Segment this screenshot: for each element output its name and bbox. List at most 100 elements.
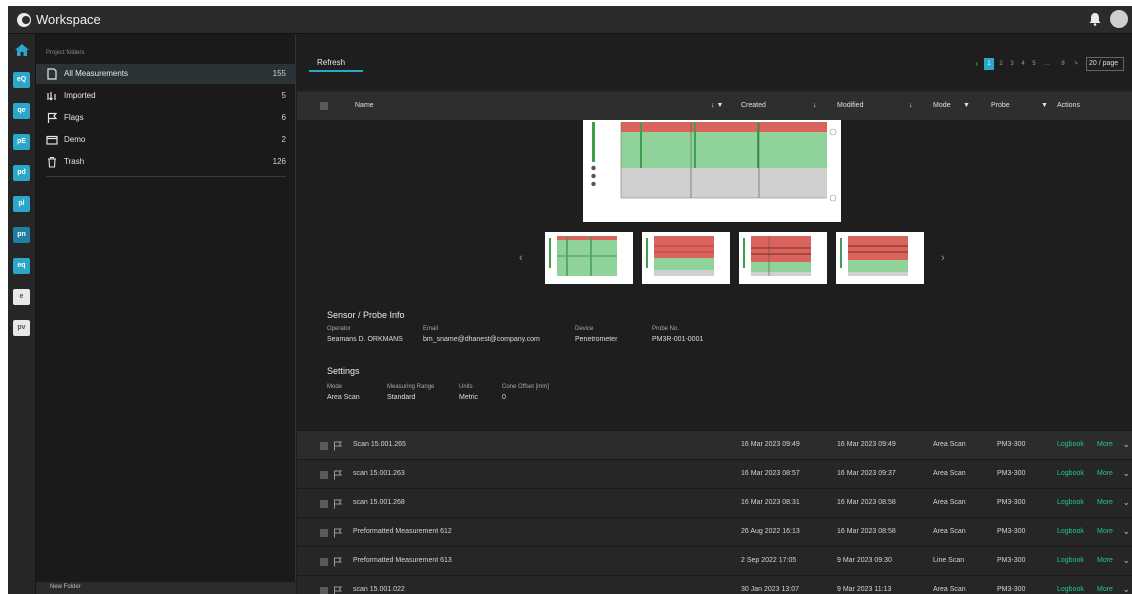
device-value: Penetrometer <box>575 336 618 343</box>
thumbnail-next-icon[interactable]: › <box>941 252 945 264</box>
row-checkbox[interactable] <box>320 558 328 566</box>
row-name[interactable]: scan 15.001.022 <box>353 586 405 593</box>
logbook-link[interactable]: Logbook <box>1057 557 1084 564</box>
select-all-checkbox[interactable] <box>320 102 328 110</box>
measurement-preview-chart[interactable] <box>583 120 841 222</box>
row-name[interactable]: Preformatted Measurement 612 <box>353 528 452 535</box>
page-3-button[interactable]: 3 <box>1007 58 1017 70</box>
row-created: 30 Jan 2023 13:07 <box>741 586 799 593</box>
row-checkbox[interactable] <box>320 500 328 508</box>
chevron-down-icon[interactable]: ⌄ <box>1122 526 1130 537</box>
page-2-button[interactable]: 2 <box>996 58 1006 70</box>
sort-modified-icon[interactable]: ↓ <box>909 102 913 109</box>
table-row[interactable]: Preformatted Measurement 612 26 Aug 2022… <box>297 517 1132 546</box>
row-probe: PM3-300 <box>997 470 1026 477</box>
table-row[interactable]: scan 15.001.022 30 Jan 2023 13:07 9 Mar … <box>297 575 1132 594</box>
chevron-down-icon[interactable]: ⌄ <box>1122 439 1130 450</box>
sort-created-icon[interactable]: ↓ <box>813 102 817 109</box>
page-5-button[interactable]: 5 <box>1029 58 1039 70</box>
sidebar-item-trash[interactable]: Trash 126 <box>36 152 296 172</box>
row-name[interactable]: scan 15.001.268 <box>353 499 405 506</box>
measuring-range-value: Standard <box>387 394 416 401</box>
new-folder-label: New Folder <box>50 584 81 590</box>
more-link[interactable]: More <box>1097 441 1113 448</box>
chevron-down-icon[interactable]: ⌄ <box>1122 584 1130 594</box>
page-4-button[interactable]: 4 <box>1018 58 1028 70</box>
column-modified[interactable]: Modified <box>837 102 863 109</box>
row-checkbox[interactable] <box>320 471 328 479</box>
prev-page-icon[interactable]: ‹ <box>972 58 982 70</box>
app-eq2-icon[interactable]: eq <box>13 258 30 274</box>
chevron-down-icon[interactable]: ⌄ <box>1122 468 1130 479</box>
flag-icon[interactable] <box>333 528 342 538</box>
more-link[interactable]: More <box>1097 528 1113 535</box>
app-eq-icon[interactable]: eQ <box>13 72 30 88</box>
thumbnail-prev-icon[interactable]: ‹ <box>519 252 523 264</box>
row-name[interactable]: scan 15.001.263 <box>353 470 405 477</box>
more-link[interactable]: More <box>1097 499 1113 506</box>
flag-icon[interactable] <box>333 441 342 451</box>
column-probe[interactable]: Probe <box>991 102 1010 109</box>
row-name[interactable]: Scan 15.001.265 <box>353 441 406 448</box>
logbook-link[interactable]: Logbook <box>1057 586 1084 593</box>
filter-mode-icon[interactable]: ▼ <box>963 102 970 109</box>
app-e-icon[interactable]: e <box>13 289 30 305</box>
flag-icon[interactable] <box>333 470 342 480</box>
column-mode[interactable]: Mode <box>933 102 951 109</box>
more-link[interactable]: More <box>1097 586 1113 593</box>
row-modified: 16 Mar 2023 08:58 <box>837 499 896 506</box>
thumbnail-1[interactable] <box>545 232 633 284</box>
home-icon[interactable] <box>14 42 30 58</box>
row-checkbox[interactable] <box>320 587 328 594</box>
page-1-button[interactable]: 1 <box>984 58 994 70</box>
app-pv-icon[interactable]: pv <box>13 320 30 336</box>
table-row[interactable]: scan 15.001.268 16 Mar 2023 08:31 16 Mar… <box>297 488 1132 517</box>
thumbnail-2[interactable] <box>642 232 730 284</box>
row-probe: PM3-300 <box>997 557 1026 564</box>
row-checkbox[interactable] <box>320 442 328 450</box>
flag-icon[interactable] <box>333 499 342 509</box>
folder-icon <box>46 135 58 145</box>
logbook-link[interactable]: Logbook <box>1057 441 1084 448</box>
sidebar-item-demo[interactable]: Demo 2 <box>36 130 296 150</box>
row-name[interactable]: Preformatted Measurement 613 <box>353 557 452 564</box>
table-row[interactable]: Preformatted Measurement 613 2 Sep 2022 … <box>297 546 1132 575</box>
page-size-select[interactable]: 20 / page <box>1086 57 1124 71</box>
more-link[interactable]: More <box>1097 470 1113 477</box>
page-ellipsis[interactable]: … <box>1042 58 1052 70</box>
sidebar-item-imported[interactable]: Imported 5 <box>36 86 296 106</box>
logbook-link[interactable]: Logbook <box>1057 470 1084 477</box>
table-row[interactable]: Scan 15.001.265 16 Mar 2023 09:49 16 Mar… <box>297 430 1132 459</box>
flag-icon[interactable] <box>333 586 342 594</box>
chevron-down-icon[interactable]: ⌄ <box>1122 497 1130 508</box>
sort-name-icon[interactable]: ↓ ▼ <box>711 102 723 109</box>
app-pe-icon[interactable]: pE <box>13 134 30 150</box>
more-link[interactable]: More <box>1097 557 1113 564</box>
app-pn-icon[interactable]: pn <box>13 227 30 243</box>
new-folder-button[interactable]: New Folder <box>36 582 296 594</box>
row-mode: Area Scan <box>933 528 966 535</box>
column-name[interactable]: Name <box>355 102 374 109</box>
column-created[interactable]: Created <box>741 102 766 109</box>
table-row[interactable]: scan 15.001.263 16 Mar 2023 08:57 16 Mar… <box>297 459 1132 488</box>
thumbnail-3[interactable] <box>739 232 827 284</box>
filter-probe-icon[interactable]: ▼ <box>1041 102 1048 109</box>
logbook-link[interactable]: Logbook <box>1057 528 1084 535</box>
app-qe-icon[interactable]: qe <box>13 103 30 119</box>
user-avatar[interactable] <box>1110 10 1128 28</box>
page-8-button[interactable]: 8 <box>1058 58 1068 70</box>
sidebar-item-all-measurements[interactable]: All Measurements 155 <box>36 64 296 84</box>
row-checkbox[interactable] <box>320 529 328 537</box>
sidebar-item-flags[interactable]: Flags 6 <box>36 108 296 128</box>
notification-bell-icon[interactable] <box>1088 12 1102 26</box>
sidebar-heading: Project folders <box>46 50 85 56</box>
row-mode: Area Scan <box>933 470 966 477</box>
app-pl-icon[interactable]: pl <box>13 196 30 212</box>
chevron-down-icon[interactable]: ⌄ <box>1122 555 1130 566</box>
flag-icon[interactable] <box>333 557 342 567</box>
next-page-icon[interactable]: > <box>1071 58 1081 70</box>
app-pd-icon[interactable]: pd <box>13 165 30 181</box>
thumbnail-4[interactable] <box>836 232 924 284</box>
tab-refresh[interactable]: Refresh <box>309 54 363 72</box>
logbook-link[interactable]: Logbook <box>1057 499 1084 506</box>
